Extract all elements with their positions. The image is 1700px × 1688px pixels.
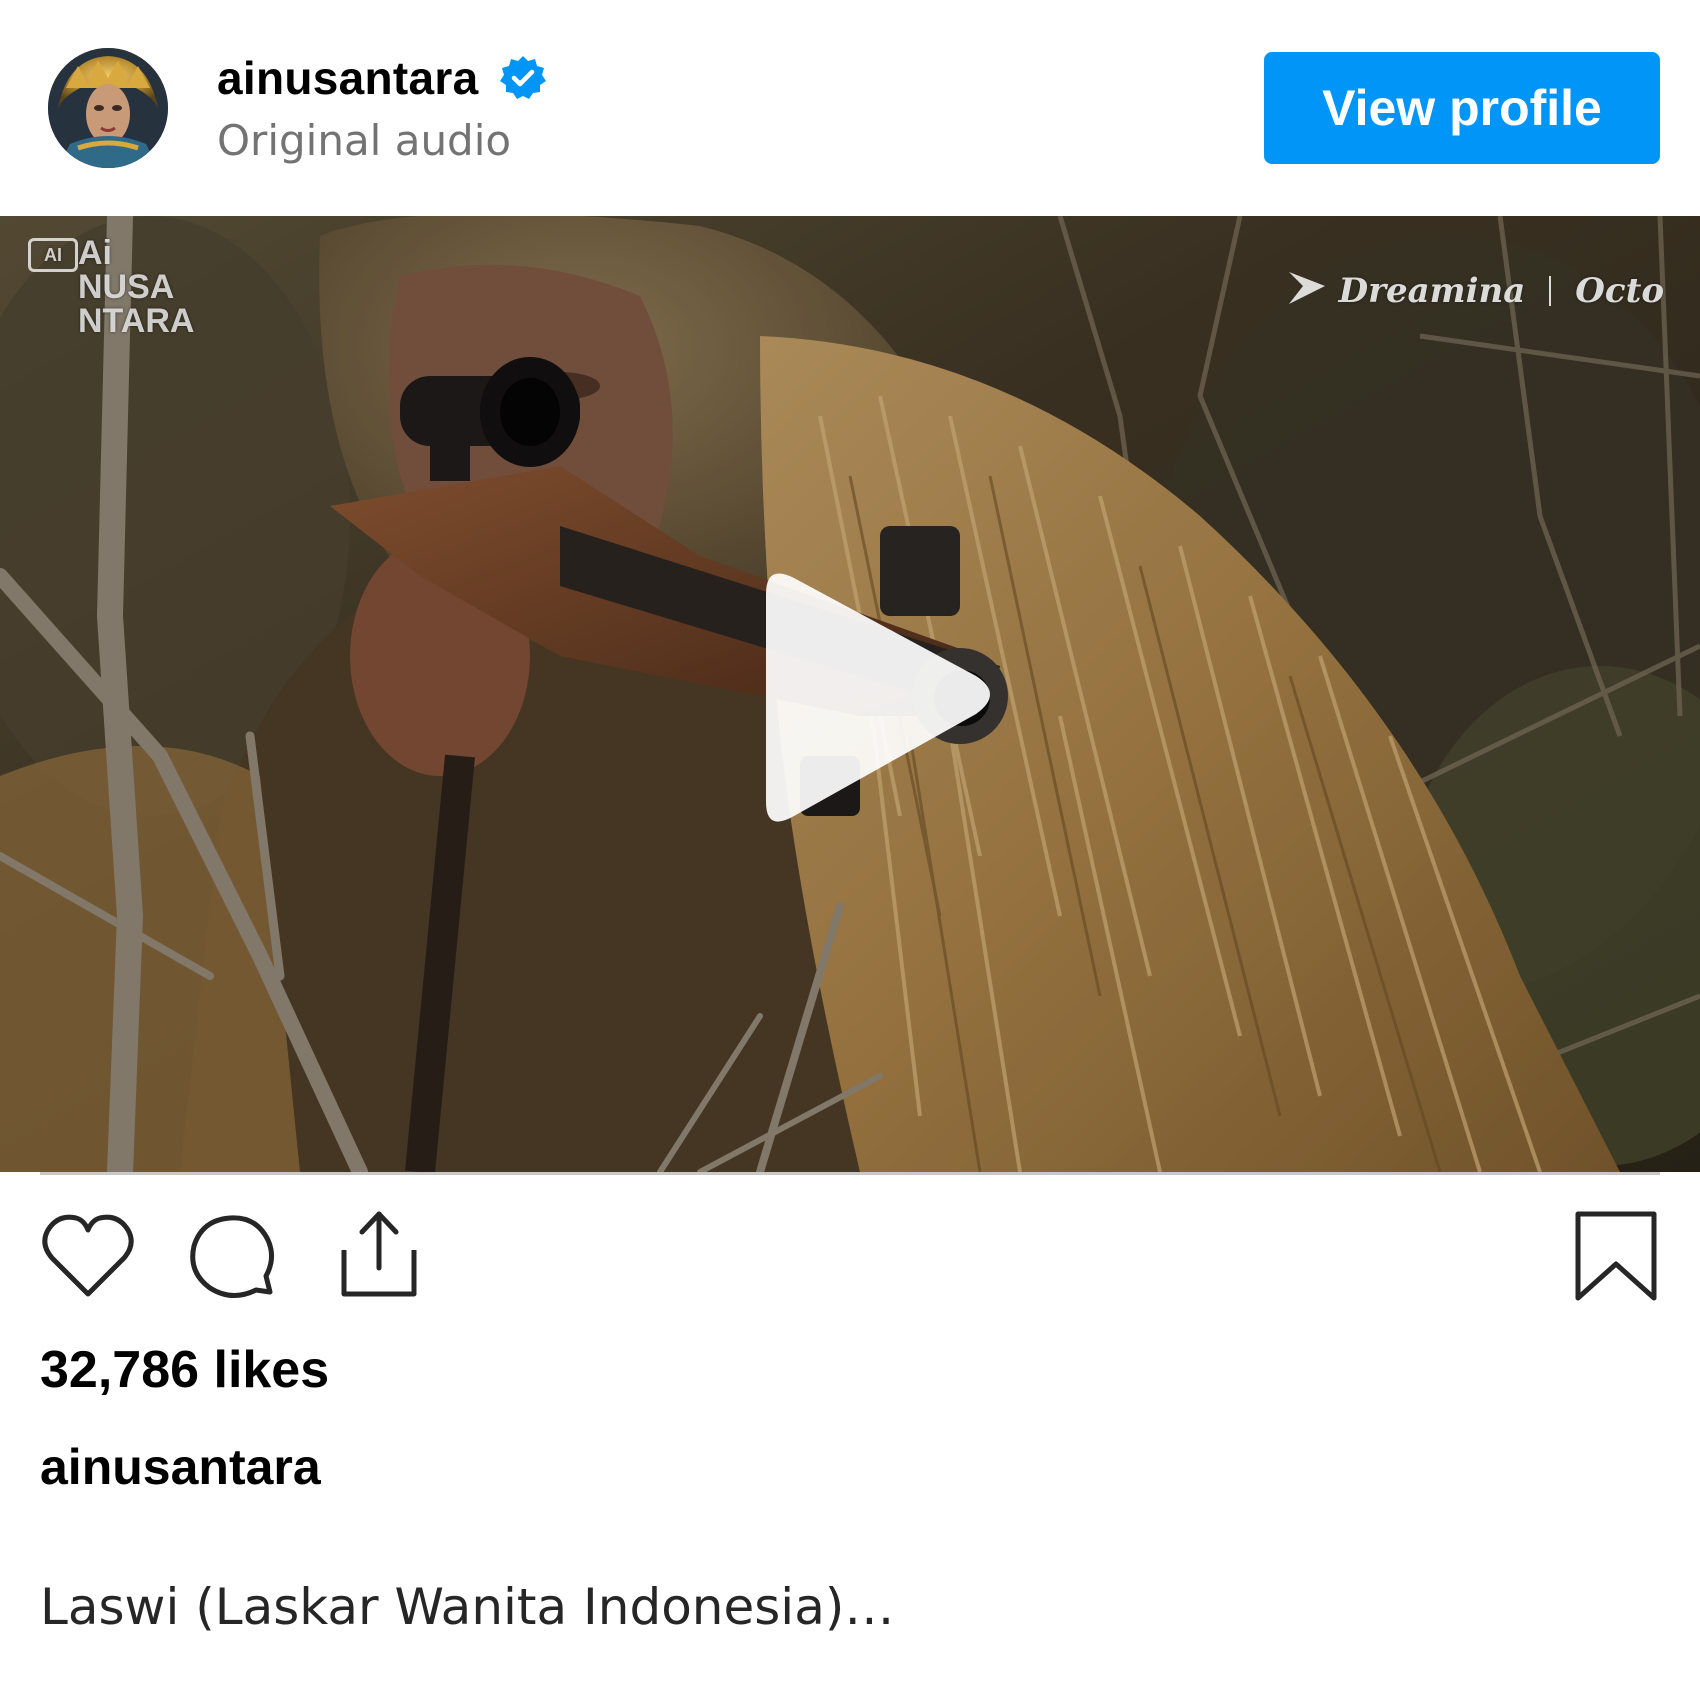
heart-icon [42, 1214, 134, 1297]
play-icon [766, 573, 990, 822]
post-header: ainusantara Original audio View profile [0, 0, 1700, 216]
caption-text: Laswi (Laskar Wanita Indonesia)… [40, 1578, 895, 1636]
octo-label: Octo [1575, 270, 1664, 311]
ainusantara-watermark: AI Ai NUSA NTARA [28, 236, 194, 338]
username-row: ainusantara [217, 50, 547, 106]
watermark-badge: AI [28, 238, 78, 272]
media-divider [40, 1172, 1660, 1175]
dreamina-logo-icon [1285, 264, 1329, 317]
play-button[interactable] [736, 554, 1016, 844]
likes-count[interactable]: 32,786 likes [40, 1340, 329, 1400]
watermark-separator [1549, 275, 1552, 306]
profile-avatar[interactable] [48, 48, 168, 168]
caption-username[interactable]: ainusantara [40, 1438, 321, 1496]
username[interactable]: ainusantara [217, 51, 479, 105]
bookmark-icon [1575, 1211, 1657, 1301]
verified-badge-icon [499, 54, 547, 102]
view-profile-button[interactable]: View profile [1264, 52, 1660, 164]
save-button[interactable] [1566, 1206, 1666, 1306]
share-icon [341, 1211, 417, 1297]
dreamina-label: Dreamina [1338, 270, 1526, 311]
comment-button[interactable] [182, 1206, 282, 1306]
dreamina-octo-watermark: Dreamina Octo [1285, 264, 1664, 317]
action-bar [0, 1190, 1700, 1320]
share-button[interactable] [324, 1206, 424, 1306]
video-player[interactable]: AI Ai NUSA NTARA Dreamina Octo [0, 216, 1700, 1172]
watermark-line-3: NTARA [78, 302, 195, 340]
audio-label[interactable]: Original audio [217, 116, 511, 165]
like-button[interactable] [38, 1206, 138, 1306]
watermark-line-2: NUSA [78, 268, 175, 306]
comment-bubble-icon [190, 1215, 274, 1298]
